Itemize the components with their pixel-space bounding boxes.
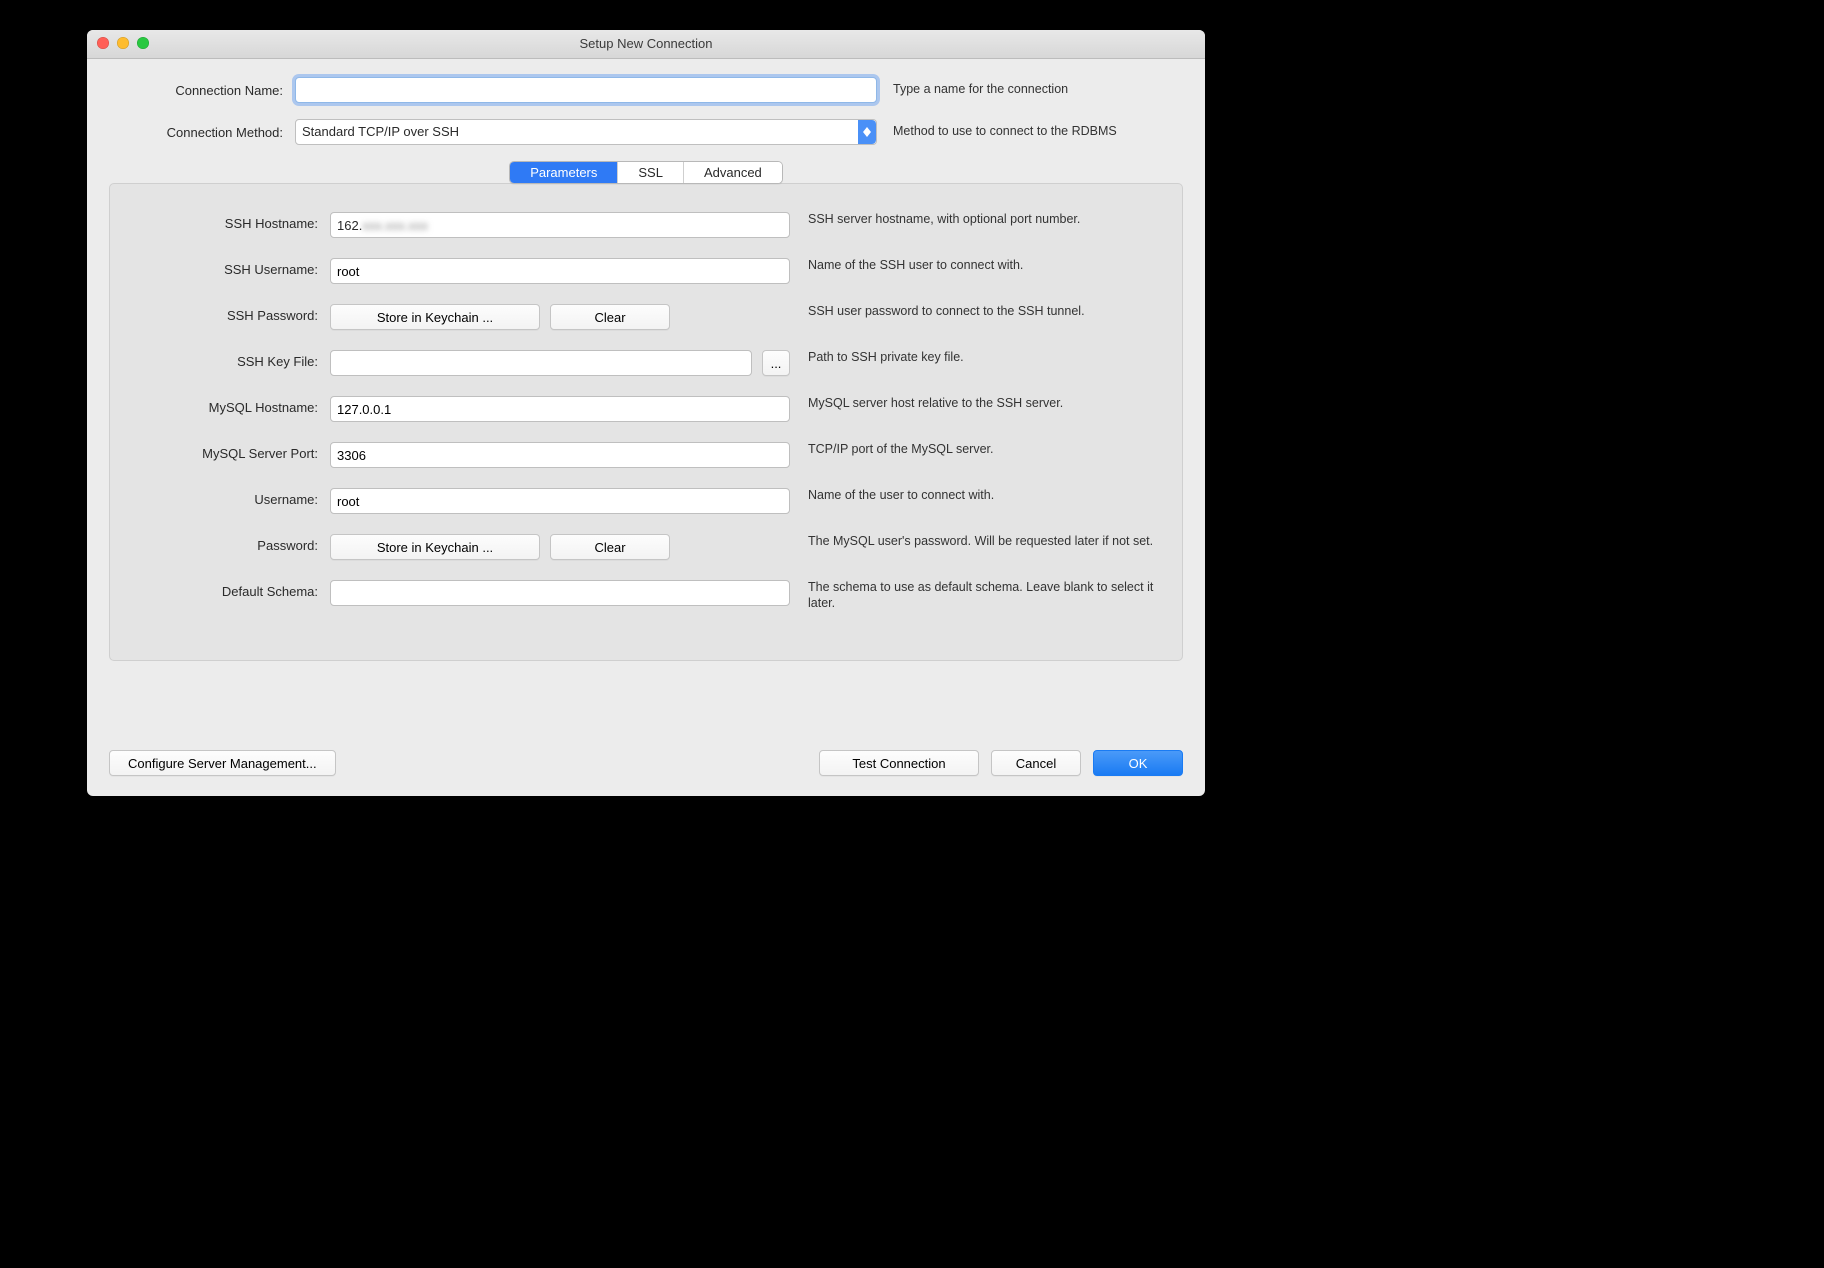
ssh-keyfile-browse-button[interactable]: ... xyxy=(762,350,790,376)
ssh-password-label: SSH Password: xyxy=(132,304,322,323)
ssh-hostname-prefix: 162. xyxy=(337,218,362,233)
username-label: Username: xyxy=(132,488,322,507)
connection-name-label: Connection Name: xyxy=(109,83,289,98)
connection-method-value: Standard TCP/IP over SSH xyxy=(295,119,877,145)
mysql-port-label: MySQL Server Port: xyxy=(132,442,322,461)
connection-name-input[interactable] xyxy=(295,77,877,103)
tab-advanced[interactable]: Advanced xyxy=(684,162,782,183)
username-input[interactable] xyxy=(330,488,790,514)
ssh-password-store-button[interactable]: Store in Keychain ... xyxy=(330,304,540,330)
ssh-username-label: SSH Username: xyxy=(132,258,322,277)
ssh-username-hint: Name of the SSH user to connect with. xyxy=(798,258,1160,274)
window-controls xyxy=(97,37,149,49)
ssh-keyfile-input[interactable] xyxy=(330,350,752,376)
dialog-footer: Configure Server Management... Test Conn… xyxy=(109,750,1183,776)
ssh-keyfile-label: SSH Key File: xyxy=(132,350,322,369)
titlebar: Setup New Connection xyxy=(87,30,1205,59)
tab-parameters[interactable]: Parameters xyxy=(510,162,618,183)
ssh-hostname-input[interactable]: 162. xxx.xxx.xxx xyxy=(330,212,790,238)
ssh-hostname-redacted: xxx.xxx.xxx xyxy=(362,218,428,233)
mysql-hostname-input[interactable] xyxy=(330,396,790,422)
password-hint: The MySQL user's password. Will be reque… xyxy=(798,534,1160,550)
window-title: Setup New Connection xyxy=(580,36,713,51)
ssh-password-hint: SSH user password to connect to the SSH … xyxy=(798,304,1160,320)
close-icon[interactable] xyxy=(97,37,109,49)
password-label: Password: xyxy=(132,534,322,553)
default-schema-hint: The schema to use as default schema. Lea… xyxy=(798,580,1160,611)
username-hint: Name of the user to connect with. xyxy=(798,488,1160,504)
parameters-panel: SSH Hostname: 162. xxx.xxx.xxx SSH serve… xyxy=(109,183,1183,661)
ssh-username-input[interactable] xyxy=(330,258,790,284)
ssh-hostname-label: SSH Hostname: xyxy=(132,212,322,231)
ok-button[interactable]: OK xyxy=(1093,750,1183,776)
ssh-keyfile-hint: Path to SSH private key file. xyxy=(798,350,1160,366)
connection-method-select[interactable]: Standard TCP/IP over SSH xyxy=(295,119,877,145)
configure-server-button[interactable]: Configure Server Management... xyxy=(109,750,336,776)
zoom-icon[interactable] xyxy=(137,37,149,49)
mysql-hostname-label: MySQL Hostname: xyxy=(132,396,322,415)
connection-method-label: Connection Method: xyxy=(109,125,289,140)
ssh-hostname-hint: SSH server hostname, with optional port … xyxy=(798,212,1160,228)
mysql-hostname-hint: MySQL server host relative to the SSH se… xyxy=(798,396,1160,412)
password-clear-button[interactable]: Clear xyxy=(550,534,670,560)
default-schema-label: Default Schema: xyxy=(132,580,322,599)
default-schema-input[interactable] xyxy=(330,580,790,606)
test-connection-button[interactable]: Test Connection xyxy=(819,750,979,776)
ssh-password-clear-button[interactable]: Clear xyxy=(550,304,670,330)
connection-name-hint: Type a name for the connection xyxy=(883,82,1183,98)
password-store-button[interactable]: Store in Keychain ... xyxy=(330,534,540,560)
mysql-port-hint: TCP/IP port of the MySQL server. xyxy=(798,442,1160,458)
cancel-button[interactable]: Cancel xyxy=(991,750,1081,776)
tab-bar: Parameters SSL Advanced xyxy=(509,161,783,184)
mysql-port-input[interactable] xyxy=(330,442,790,468)
tab-ssl[interactable]: SSL xyxy=(618,162,684,183)
dialog-window: Setup New Connection Connection Name: Ty… xyxy=(87,30,1205,796)
connection-method-hint: Method to use to connect to the RDBMS xyxy=(883,124,1183,140)
select-stepper-icon xyxy=(858,120,876,144)
minimize-icon[interactable] xyxy=(117,37,129,49)
